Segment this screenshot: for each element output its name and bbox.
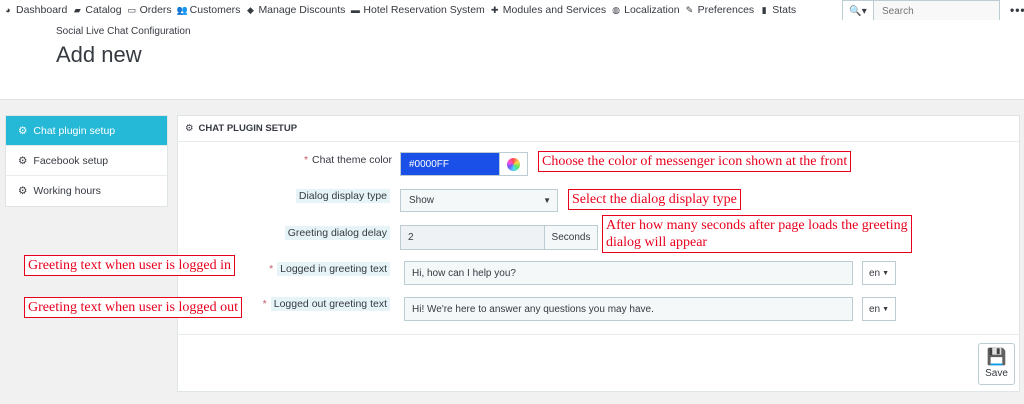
panel-heading: ⚙ CHAT PLUGIN SETUP (178, 116, 1019, 142)
annotation-line: After how many seconds after page loads … (606, 218, 908, 233)
credit-card-icon: ▭ (127, 4, 136, 15)
label-text: Dialog display type (295, 189, 390, 203)
nav-item-catalog[interactable]: ▰ Catalog (69, 0, 123, 20)
tab-chat-plugin-setup[interactable]: ⚙ Chat plugin setup (6, 116, 167, 146)
logged-out-greeting-label: * Logged out greeting text (250, 297, 390, 311)
input-value: 2 (408, 232, 414, 243)
language-dropdown[interactable]: en ▼ (862, 261, 896, 285)
nav-item-manage-discounts[interactable]: ◆ Manage Discounts (242, 0, 347, 20)
tab-working-hours[interactable]: ⚙ Working hours (6, 176, 167, 206)
lang-code: en (868, 267, 881, 279)
nav-label: Modules and Services (502, 4, 607, 16)
dashboard-icon: ◕ (5, 5, 11, 15)
color-wheel-icon (507, 157, 520, 171)
puzzle-icon: ✚ (491, 4, 499, 15)
nav-item-preferences[interactable]: ✎ Preferences (682, 0, 757, 20)
nav-label: Hotel Reservation System (363, 4, 485, 16)
tab-label: Facebook setup (33, 154, 109, 167)
nav-item-customers[interactable]: 👥 Customers (174, 0, 243, 20)
search-input[interactable] (874, 0, 1000, 22)
annotation-logged-in: Greeting text when user is logged in (24, 255, 235, 276)
lang-code: en (868, 303, 881, 315)
nav-label: Dashboard (16, 4, 68, 16)
tab-label: Working hours (33, 185, 101, 197)
cogs-icon: ⚙ (18, 124, 28, 137)
nav-item-stats[interactable]: ▮ Stats (756, 0, 798, 20)
cogs-icon: ⚙ (185, 123, 194, 134)
nav-label: Stats (772, 4, 797, 16)
save-button[interactable]: 💾 Save (978, 343, 1015, 385)
more-menu-icon[interactable]: ••• (1010, 3, 1024, 17)
label-text: Logged in greeting text (277, 262, 390, 276)
cogs-icon: ⚙ (18, 185, 28, 197)
logged-out-greeting-input[interactable]: Hi! We're here to answer any questions y… (404, 297, 853, 321)
annotation-dialog: Select the dialog display type (568, 189, 741, 210)
input-value: Hi, how can I help you? (412, 267, 516, 279)
tag-icon: ◆ (246, 4, 254, 15)
nav-label: Preferences (697, 4, 755, 16)
dialog-type-select[interactable]: Show ▼ (400, 189, 558, 212)
bar-chart-icon: ▮ (761, 4, 767, 15)
nav-label: Localization (624, 4, 680, 16)
nav-item-dashboard[interactable]: ◕ Dashboard (0, 0, 69, 20)
caret-down-icon: ▼ (882, 269, 890, 277)
greeting-delay-label: Greeting dialog delay (280, 226, 390, 240)
logged-in-greeting-label: * Logged in greeting text (255, 262, 390, 276)
seconds-addon: Seconds (545, 225, 598, 250)
logged-in-greeting-input[interactable]: Hi, how can I help you? (404, 261, 853, 285)
page-title: Add new (56, 42, 142, 67)
nav-item-modules[interactable]: ✚ Modules and Services (487, 0, 608, 20)
nav-label: Catalog (85, 4, 122, 16)
nav-item-localization[interactable]: ◍ Localization (608, 0, 681, 20)
theme-color-input[interactable]: #0000FF (400, 152, 500, 176)
color-value: #0000FF (409, 158, 450, 170)
tab-facebook-setup[interactable]: ⚙ Facebook setup (6, 146, 167, 176)
annotation-color: Choose the color of messenger icon shown… (538, 151, 852, 172)
breadcrumb[interactable]: Social Live Chat Configuration (56, 26, 191, 37)
nav-label: Orders (139, 4, 172, 16)
config-tabs: ⚙ Chat plugin setup ⚙ Facebook setup ⚙ Work… (5, 115, 168, 207)
annotation-logged-out: Greeting text when user is logged out (24, 297, 242, 318)
search-icon: 🔍▾ (849, 5, 867, 17)
nav-label: Customers (189, 4, 241, 16)
greeting-delay-input[interactable]: 2 (400, 225, 545, 250)
book-icon: ▰ (73, 4, 81, 15)
label-text: Logged out greeting text (270, 297, 390, 311)
language-dropdown[interactable]: en ▼ (862, 297, 896, 321)
search-bar: 🔍▾ (842, 0, 1000, 22)
users-icon: 👥 (176, 4, 188, 15)
label-text: Greeting dialog delay (284, 226, 390, 240)
panel-title: CHAT PLUGIN SETUP (198, 123, 298, 134)
required-marker: * (303, 154, 309, 166)
theme-color-label: * Chat theme color (300, 154, 392, 166)
save-icon: 💾 (986, 348, 1007, 366)
annotation-line: dialog will appear (606, 235, 708, 250)
caret-down-icon: ▼ (882, 305, 890, 313)
unit-label: Seconds (551, 232, 591, 243)
nav-label: Manage Discounts (258, 4, 346, 16)
page-header: Social Live Chat Configuration Add new (0, 20, 1024, 100)
globe-icon: ◍ (612, 4, 621, 15)
wrench-icon: ✎ (685, 4, 694, 15)
nav-item-orders[interactable]: ▭ Orders (124, 0, 174, 20)
panel-footer: 💾 Save (178, 334, 1019, 392)
required-marker: * (262, 298, 267, 310)
select-value: Show (409, 195, 435, 206)
save-label: Save (985, 367, 1008, 379)
color-picker-button[interactable] (500, 152, 528, 176)
caret-down-icon: ▼ (543, 196, 551, 205)
dialog-type-label: Dialog display type (290, 189, 390, 203)
tab-label: Chat plugin setup (33, 124, 116, 137)
search-button[interactable]: 🔍▾ (842, 0, 874, 22)
input-value: Hi! We're here to answer any questions y… (412, 303, 654, 315)
cogs-icon: ⚙ (18, 154, 28, 167)
nav-item-hotel-reservation[interactable]: ▬ Hotel Reservation System (347, 0, 486, 20)
annotation-delay: After how many seconds after page loads … (602, 215, 912, 253)
bed-icon: ▬ (350, 5, 360, 15)
required-marker: * (269, 263, 274, 275)
label-text: Chat theme color (312, 154, 392, 166)
